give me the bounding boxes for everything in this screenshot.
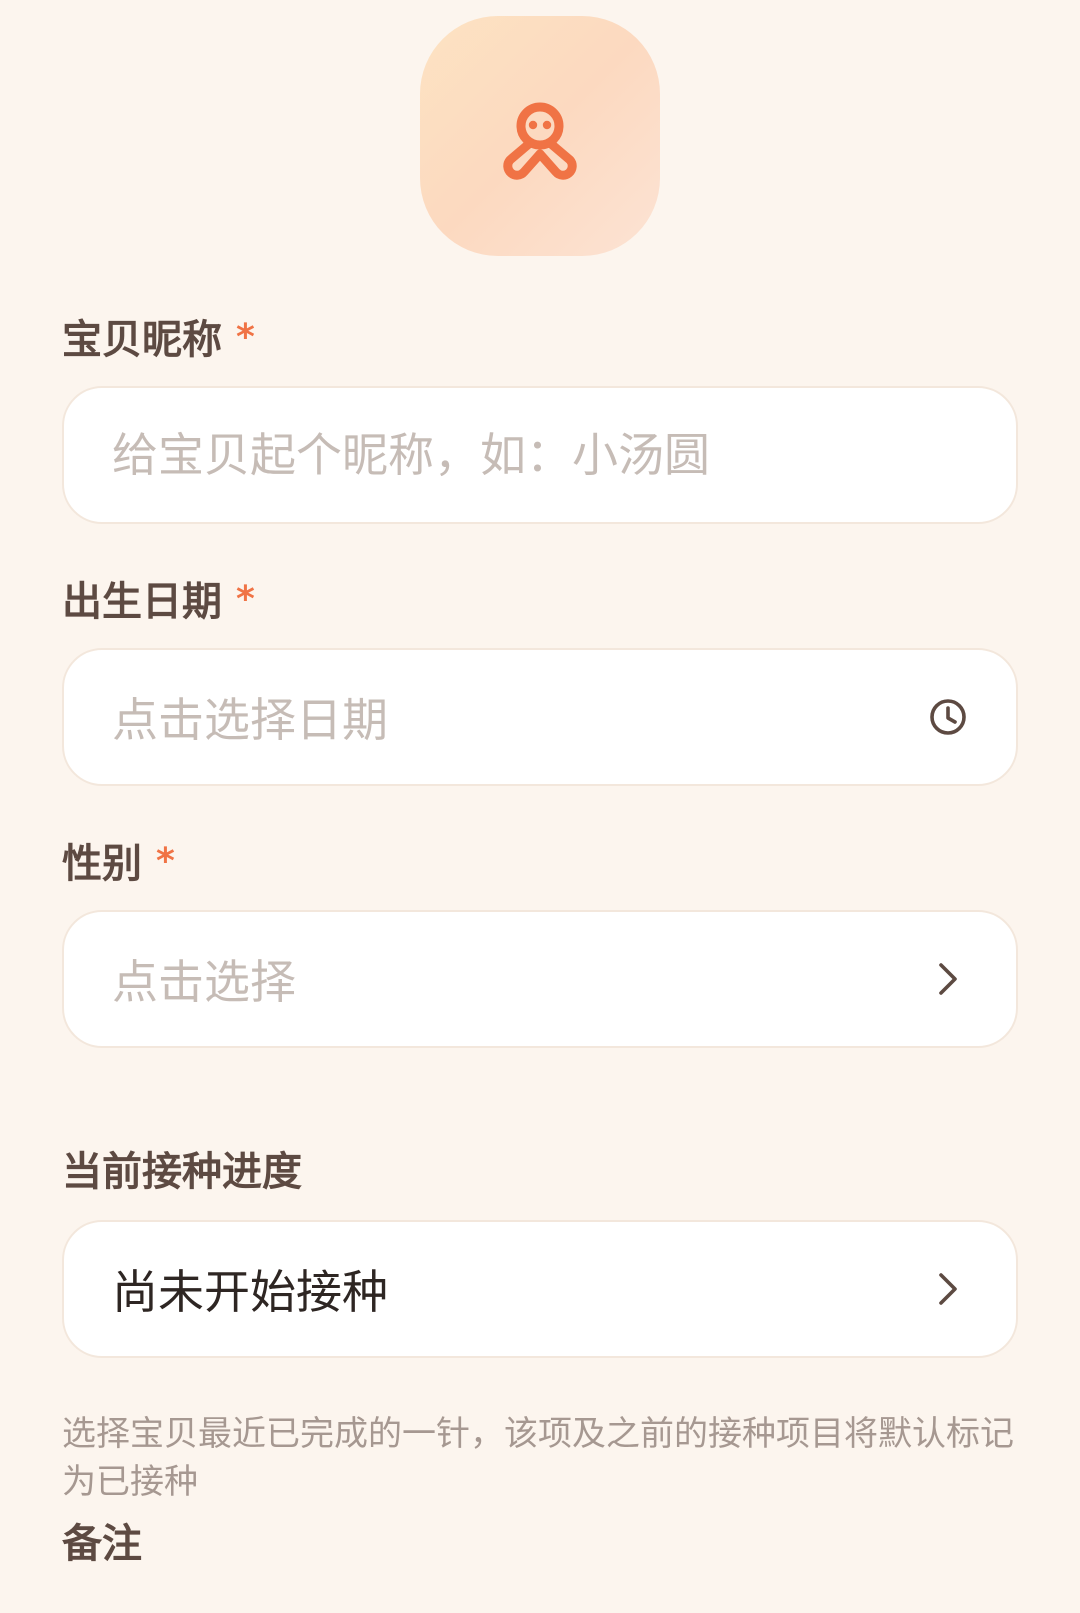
chevron-right-icon bbox=[926, 957, 970, 1001]
gender-placeholder: 点击选择 bbox=[112, 955, 296, 1009]
required-mark: * bbox=[236, 317, 255, 358]
required-mark: * bbox=[236, 579, 255, 620]
gender-select[interactable]: 点击选择 bbox=[62, 910, 1018, 1048]
required-mark: * bbox=[156, 841, 175, 882]
birthdate-picker[interactable]: 点击选择日期 bbox=[62, 648, 1018, 786]
nickname-input[interactable] bbox=[112, 428, 970, 482]
notes-label: 备注 bbox=[62, 1520, 142, 1568]
nickname-field[interactable] bbox=[62, 386, 1018, 524]
vaccination-label-text: 当前接种进度 bbox=[62, 1149, 302, 1195]
vaccination-value: 尚未开始接种 bbox=[112, 1265, 388, 1319]
vaccination-select[interactable]: 尚未开始接种 bbox=[62, 1220, 1018, 1358]
notes-label-text: 备注 bbox=[62, 1521, 142, 1567]
nickname-label: 宝贝昵称 * bbox=[62, 316, 255, 364]
clock-icon bbox=[926, 695, 970, 739]
nickname-label-text: 宝贝昵称 bbox=[62, 317, 222, 363]
gender-label: 性别 * bbox=[62, 840, 175, 888]
birthdate-label-text: 出生日期 bbox=[62, 579, 222, 625]
chevron-right-icon bbox=[926, 1267, 970, 1311]
birthdate-placeholder: 点击选择日期 bbox=[112, 693, 388, 747]
gender-label-text: 性别 bbox=[62, 841, 142, 887]
birthdate-label: 出生日期 * bbox=[62, 578, 255, 626]
baby-avatar[interactable] bbox=[420, 16, 660, 256]
baby-icon bbox=[503, 102, 577, 180]
vaccination-label: 当前接种进度 bbox=[62, 1148, 302, 1196]
vaccination-hint: 选择宝贝最近已完成的一针，该项及之前的接种项目将默认标记为已接种 bbox=[62, 1414, 1014, 1502]
